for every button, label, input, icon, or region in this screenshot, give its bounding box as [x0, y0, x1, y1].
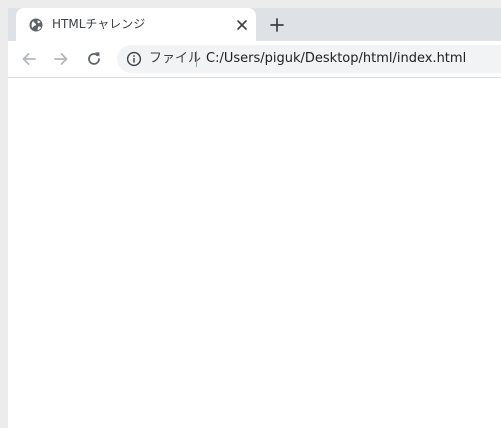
tab-title: HTMLチャレンジ — [52, 17, 146, 31]
url-text[interactable]: C:/Users/piguk/Desktop/html/index.html — [206, 51, 466, 67]
plus-icon[interactable] — [269, 17, 285, 33]
browser-window: HTMLチャレンジ ファイル C:/Users/piguk/Desktop/ht… — [8, 8, 501, 428]
globe-icon — [29, 18, 43, 32]
arrow-right-icon[interactable] — [52, 50, 70, 68]
reload-icon[interactable] — [85, 50, 103, 68]
address-bar[interactable]: ファイル C:/Users/piguk/Desktop/html/index.h… — [117, 45, 501, 73]
close-icon[interactable] — [234, 17, 250, 33]
scheme-label: ファイル — [149, 51, 202, 66]
tab-active[interactable]: HTMLチャレンジ — [16, 8, 256, 41]
info-icon[interactable] — [126, 51, 142, 67]
arrow-left-icon[interactable] — [20, 50, 38, 68]
page-content — [8, 78, 501, 428]
omnibox-separator — [196, 51, 197, 67]
tab-strip: HTMLチャレンジ — [8, 8, 501, 41]
toolbar: ファイル C:/Users/piguk/Desktop/html/index.h… — [8, 41, 501, 78]
